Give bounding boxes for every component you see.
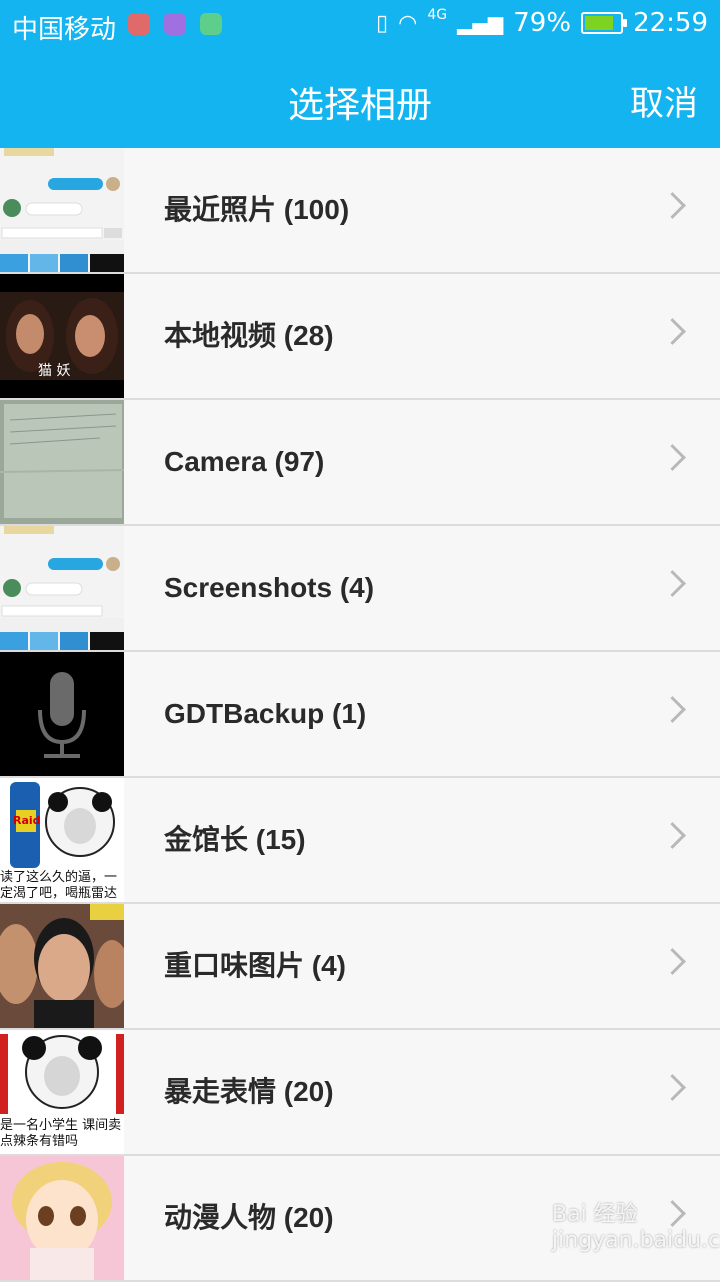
mail-app-icon: [128, 13, 150, 35]
chevron-right-icon: [659, 570, 686, 597]
album-name: 重口味图片 (4): [164, 950, 347, 981]
network-type: 4G: [427, 7, 448, 23]
battery-percent: 79%: [513, 8, 572, 38]
album-row-gdtbackup[interactable]: GDTBackup (1): [0, 652, 720, 778]
battery-icon: [581, 12, 628, 34]
album-row-camera[interactable]: Camera (97): [0, 400, 720, 526]
video-caption: 猫 妖: [38, 363, 71, 379]
baidu-watermark: Bai 经验 jingyan.baidu.com: [552, 1202, 720, 1253]
signal-icon: ▂▄▆: [457, 11, 504, 35]
album-thumbnail: 是一名小学生 课间卖点辣条有错吗: [0, 1030, 124, 1154]
album-thumbnail: [0, 904, 124, 1028]
raid-brand-text: Raid: [13, 814, 41, 827]
chevron-right-icon: [659, 1074, 686, 1101]
album-row-jinguanzhang[interactable]: Raid 读了这么久的逼，一定渴了吧，喝瓶雷达吧 金馆长 (15): [0, 778, 720, 904]
carrier-name: 中国移动: [12, 15, 117, 45]
chevron-right-icon: [659, 822, 686, 849]
album-list: 最近照片 (100) 猫 妖 本地视频 (28) Camera (97) Scr…: [0, 148, 720, 1282]
page-title: 选择相册: [287, 85, 432, 126]
album-name: Screenshots (4): [164, 572, 375, 603]
chevron-right-icon: [659, 192, 686, 219]
album-name: GDTBackup (1): [164, 698, 367, 729]
album-row-baozou[interactable]: 是一名小学生 课间卖点辣条有错吗 暴走表情 (20): [0, 1030, 720, 1156]
album-name: 本地视频 (28): [164, 320, 334, 351]
album-thumbnail: [0, 1156, 124, 1280]
album-name: 动漫人物 (20): [164, 1202, 334, 1233]
album-name: 暴走表情 (20): [164, 1076, 334, 1107]
jinguanzhang-caption: 读了这么久的逼，一定渴了吧，喝瓶雷达吧: [0, 870, 118, 901]
baozou-caption: 是一名小学生 课间卖点辣条有错吗: [0, 1118, 122, 1149]
album-name: 金馆长 (15): [164, 824, 306, 855]
clock: 22:59: [633, 8, 708, 38]
vibrate-icon: ▯: [376, 10, 389, 36]
album-thumbnail: Raid 读了这么久的逼，一定渴了吧，喝瓶雷达吧: [0, 778, 124, 902]
album-row-screenshots[interactable]: Screenshots (4): [0, 526, 720, 652]
grid-app-icon: [200, 13, 222, 35]
chevron-right-icon: [659, 948, 686, 975]
album-row-zhongkouwei[interactable]: 重口味图片 (4): [0, 904, 720, 1030]
album-name: Camera (97): [164, 446, 325, 477]
status-right: ▯ ◠ 4G ▂▄▆ 79% 22:59: [376, 7, 708, 38]
gallery-app-icon: [164, 13, 186, 35]
chevron-right-icon: [659, 444, 686, 471]
album-thumbnail: [0, 526, 124, 650]
album-row-recent[interactable]: 最近照片 (100): [0, 148, 720, 274]
album-thumbnail: 猫 妖: [0, 274, 124, 398]
cancel-button[interactable]: 取消: [630, 76, 698, 125]
status-bar: 中国移动 ▯ ◠ 4G ▂▄▆ 79% 22:59: [0, 0, 720, 50]
chevron-right-icon: [659, 696, 686, 723]
chevron-right-icon: [659, 318, 686, 345]
notification-icons: [128, 13, 222, 35]
app-header: 选择相册 取消: [0, 50, 720, 148]
album-thumbnail: [0, 652, 124, 776]
album-name: 最近照片 (100): [164, 194, 350, 225]
wifi-icon: ◠: [398, 10, 418, 36]
album-thumbnail: [0, 148, 124, 272]
album-row-local-video[interactable]: 猫 妖 本地视频 (28): [0, 274, 720, 400]
album-thumbnail: [0, 400, 124, 524]
